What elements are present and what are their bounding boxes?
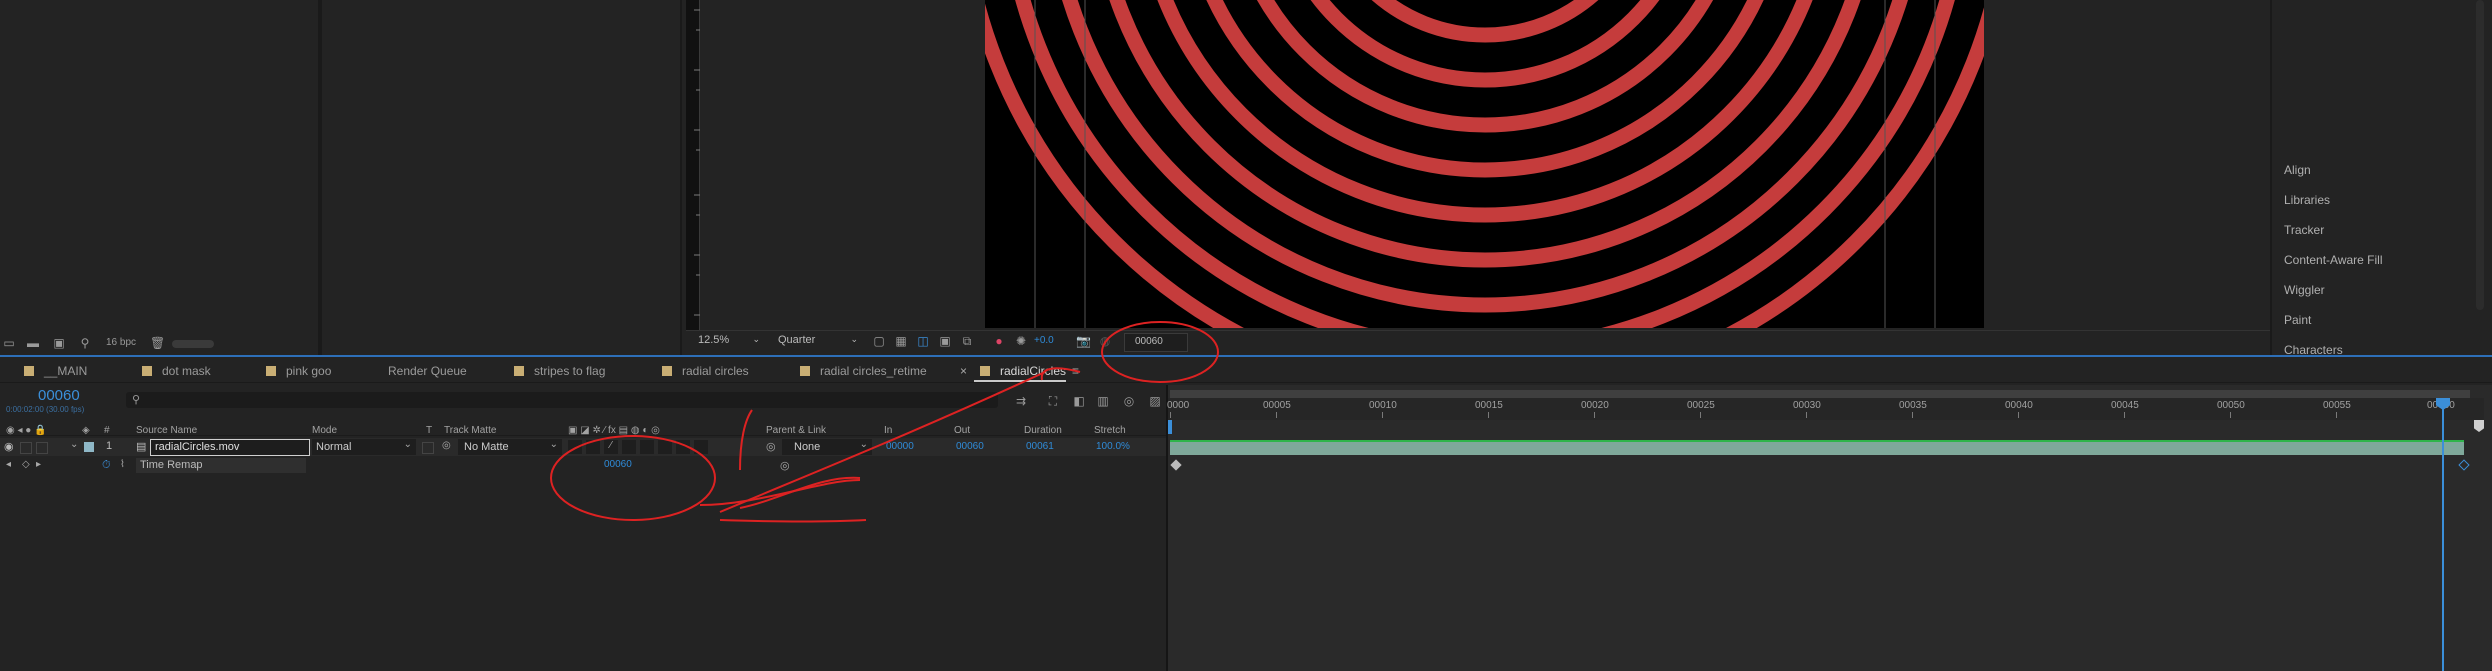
red-annotations [550, 321, 1219, 523]
